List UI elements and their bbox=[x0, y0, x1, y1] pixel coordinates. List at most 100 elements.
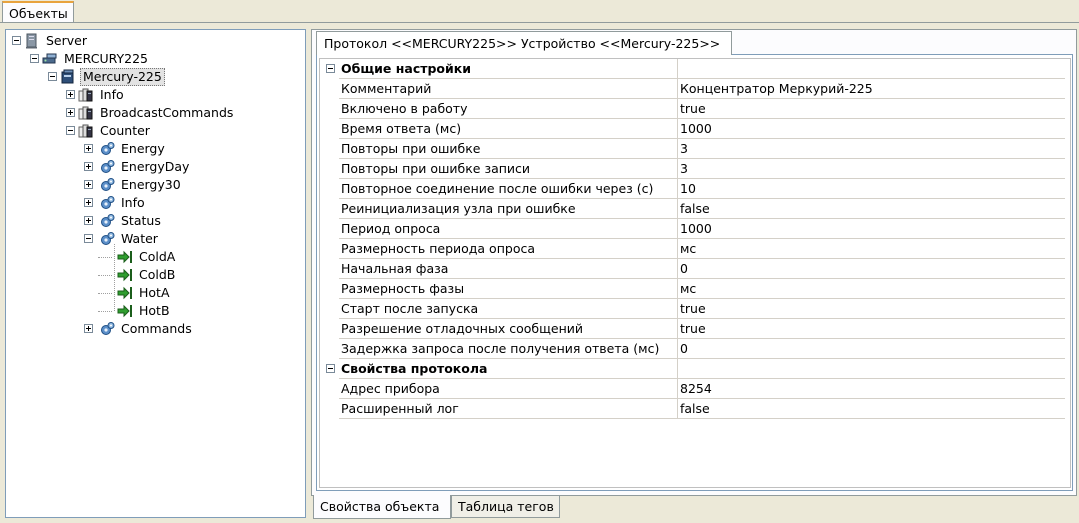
property-row[interactable]: Комментарий Концентратор Меркурий-225 bbox=[320, 79, 1065, 99]
property-row[interactable]: Период опроса 1000 bbox=[320, 219, 1065, 239]
tree-node[interactable]: ColdA bbox=[6, 248, 305, 266]
collapse-icon[interactable] bbox=[12, 36, 21, 45]
property-value[interactable]: true bbox=[678, 99, 1065, 119]
tree-connector bbox=[98, 275, 112, 276]
tree-node-label: Mercury-225 bbox=[80, 68, 165, 86]
tree-node-label: Water bbox=[121, 231, 158, 246]
property-name: Адрес прибора bbox=[339, 379, 678, 399]
expand-icon[interactable] bbox=[66, 90, 75, 99]
gear-group-icon bbox=[99, 321, 115, 337]
tag-arrow-icon bbox=[117, 249, 133, 265]
tag-arrow-icon bbox=[117, 285, 133, 301]
tree-node[interactable]: MERCURY225 bbox=[6, 50, 305, 68]
property-value[interactable]: 3 bbox=[678, 159, 1065, 179]
collapse-icon[interactable] bbox=[48, 72, 57, 81]
tab-objects-label: Объекты bbox=[9, 6, 68, 21]
collapse-icon[interactable] bbox=[66, 126, 75, 135]
property-value[interactable]: Концентратор Меркурий-225 bbox=[678, 79, 1065, 99]
gear-group-icon bbox=[99, 159, 115, 175]
property-category-row[interactable]: Общие настройки bbox=[320, 59, 1065, 79]
property-name: Задержка запроса после получения ответа … bbox=[339, 339, 678, 359]
tree-node[interactable]: ColdB bbox=[6, 266, 305, 284]
tree-node[interactable]: Status bbox=[6, 212, 305, 230]
expand-icon[interactable] bbox=[84, 324, 93, 333]
expand-icon[interactable] bbox=[66, 108, 75, 117]
tab-objects[interactable]: Объекты bbox=[2, 1, 74, 23]
tree-node[interactable]: EnergyDay bbox=[6, 158, 305, 176]
property-value[interactable]: 1000 bbox=[678, 219, 1065, 239]
row-gutter bbox=[320, 379, 339, 399]
tree-node[interactable]: HotA bbox=[6, 284, 305, 302]
property-value[interactable]: 1000 bbox=[678, 119, 1065, 139]
tree-node[interactable]: Info bbox=[6, 86, 305, 104]
row-gutter bbox=[320, 99, 339, 119]
tree-node[interactable]: HotB bbox=[6, 302, 305, 320]
expand-icon[interactable] bbox=[84, 180, 93, 189]
expand-icon[interactable] bbox=[84, 198, 93, 207]
property-row[interactable]: Расширенный лог false bbox=[320, 399, 1065, 419]
property-row[interactable]: Включено в работу true bbox=[320, 99, 1065, 119]
gear-group-icon bbox=[99, 213, 115, 229]
property-row[interactable]: Задержка запроса после получения ответа … bbox=[320, 339, 1065, 359]
tree-node-label: Server bbox=[46, 33, 87, 48]
property-row[interactable]: Разрешение отладочных сообщений true bbox=[320, 319, 1065, 339]
property-value[interactable]: true bbox=[678, 299, 1065, 319]
tab-tag-table[interactable]: Таблица тегов bbox=[451, 496, 560, 518]
expand-icon[interactable] bbox=[84, 216, 93, 225]
gear-group-icon bbox=[99, 141, 115, 157]
property-name: Повторное соединение после ошибки через … bbox=[339, 179, 678, 199]
row-gutter bbox=[320, 159, 339, 179]
row-gutter bbox=[320, 239, 339, 259]
property-row[interactable]: Адрес прибора 8254 bbox=[320, 379, 1065, 399]
property-value[interactable]: мс bbox=[678, 239, 1065, 259]
tree-node[interactable]: Commands bbox=[6, 320, 305, 338]
property-row[interactable]: Время ответа (мс) 1000 bbox=[320, 119, 1065, 139]
property-value[interactable]: true bbox=[678, 319, 1065, 339]
tab-object-properties[interactable]: Свойства объекта bbox=[313, 495, 451, 519]
tab-protocol-device[interactable]: Протокол <<MERCURY225>> Устройство <<Mer… bbox=[316, 31, 732, 55]
collapse-icon[interactable] bbox=[84, 234, 93, 243]
property-row[interactable]: Повторы при ошибке записи 3 bbox=[320, 159, 1065, 179]
expand-icon[interactable] bbox=[84, 144, 93, 153]
property-grid[interactable]: Общие настройки Комментарий Концентратор М… bbox=[319, 58, 1071, 488]
folder-group-icon bbox=[78, 105, 94, 121]
property-name: Комментарий bbox=[339, 79, 678, 99]
property-row[interactable]: Размерность периода опроса мс bbox=[320, 239, 1065, 259]
property-name: Включено в работу bbox=[339, 99, 678, 119]
collapse-icon[interactable] bbox=[326, 364, 335, 373]
tree-node[interactable]: Mercury-225 bbox=[6, 68, 305, 86]
tree-node[interactable]: Energy30 bbox=[6, 176, 305, 194]
tree-node-label: Counter bbox=[100, 123, 150, 138]
tree-connector bbox=[114, 244, 115, 311]
property-value[interactable]: false bbox=[678, 199, 1065, 219]
row-gutter bbox=[320, 339, 339, 359]
property-row[interactable]: Повторное соединение после ошибки через … bbox=[320, 179, 1065, 199]
property-value[interactable]: мс bbox=[678, 279, 1065, 299]
row-gutter bbox=[320, 199, 339, 219]
property-row[interactable]: Начальная фаза 0 bbox=[320, 259, 1065, 279]
row-gutter bbox=[320, 299, 339, 319]
property-row[interactable]: Реинициализация узла при ошибке false bbox=[320, 199, 1065, 219]
tree-node[interactable]: Counter bbox=[6, 122, 305, 140]
property-category-title: Общие настройки bbox=[339, 59, 678, 79]
property-row[interactable]: Повторы при ошибке 3 bbox=[320, 139, 1065, 159]
collapse-icon[interactable] bbox=[326, 64, 335, 73]
tree-node[interactable]: Water bbox=[6, 230, 305, 248]
property-value[interactable]: 10 bbox=[678, 179, 1065, 199]
tree-node[interactable]: Energy bbox=[6, 140, 305, 158]
property-category-row[interactable]: Свойства протокола bbox=[320, 359, 1065, 379]
property-value[interactable]: 0 bbox=[678, 339, 1065, 359]
expand-icon[interactable] bbox=[84, 162, 93, 171]
object-tree[interactable]: Server MERCURY225 Mercury-225 Info Broadcast… bbox=[5, 29, 306, 518]
property-value[interactable]: 0 bbox=[678, 259, 1065, 279]
tree-node[interactable]: Server bbox=[6, 32, 305, 50]
collapse-icon[interactable] bbox=[30, 54, 39, 63]
property-row[interactable]: Размерность фазы мс bbox=[320, 279, 1065, 299]
tree-node[interactable]: BroadcastCommands bbox=[6, 104, 305, 122]
property-value[interactable]: 3 bbox=[678, 139, 1065, 159]
property-value[interactable]: false bbox=[678, 399, 1065, 419]
property-value[interactable]: 8254 bbox=[678, 379, 1065, 399]
property-row[interactable]: Старт после запуска true bbox=[320, 299, 1065, 319]
tree-node[interactable]: Info bbox=[6, 194, 305, 212]
property-name: Повторы при ошибке записи bbox=[339, 159, 678, 179]
